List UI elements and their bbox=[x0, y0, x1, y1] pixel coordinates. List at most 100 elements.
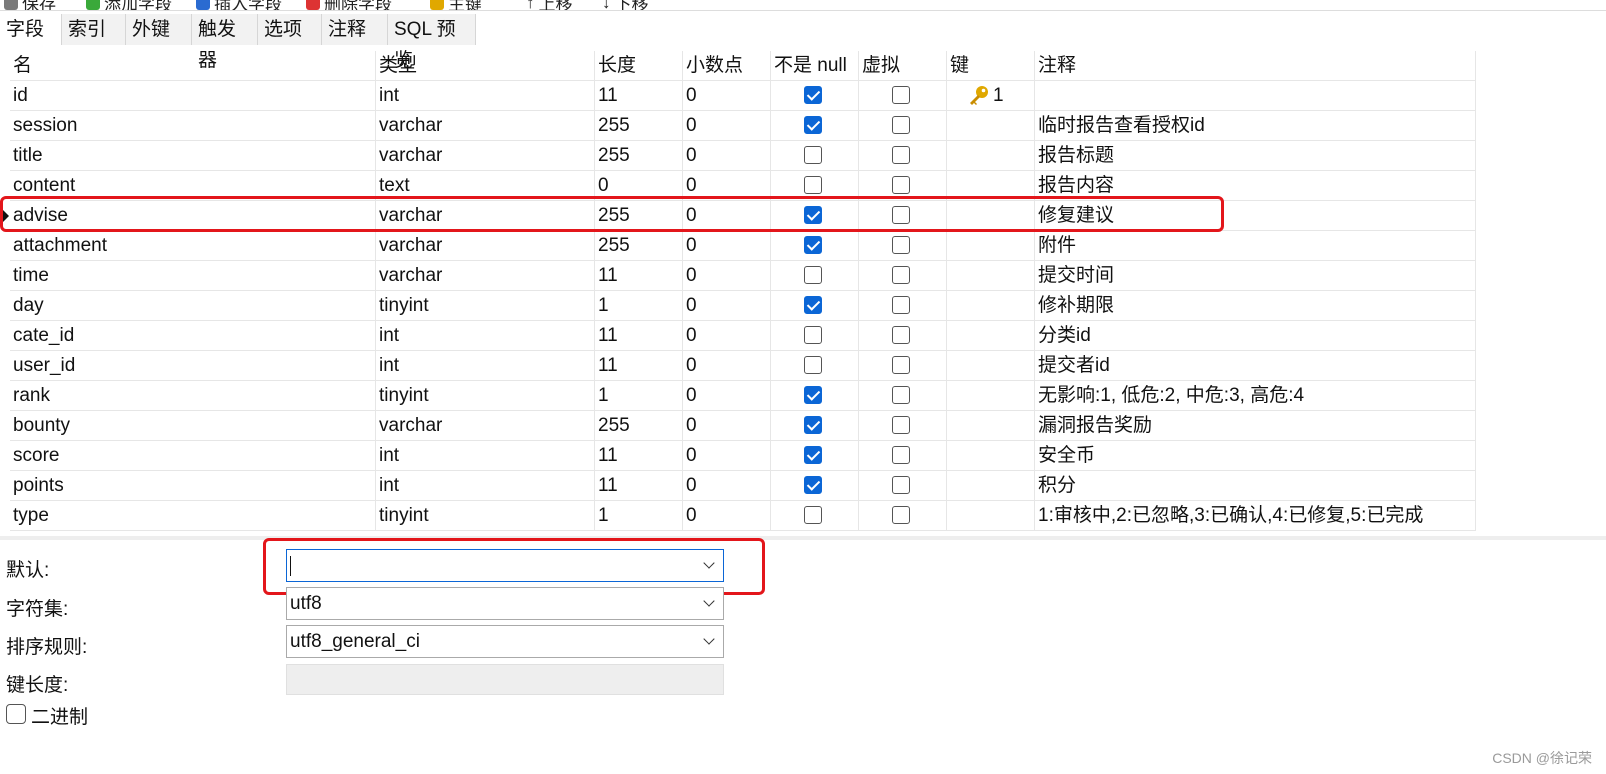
cell-length[interactable]: 255 bbox=[595, 411, 683, 441]
cell-decimals[interactable]: 0 bbox=[683, 441, 771, 471]
cell-type[interactable]: varchar bbox=[376, 111, 595, 141]
virtual-checkbox[interactable] bbox=[892, 266, 910, 284]
cell-name[interactable]: attachment bbox=[10, 231, 376, 261]
virtual-checkbox[interactable] bbox=[892, 146, 910, 164]
not-null-checkbox[interactable] bbox=[804, 176, 822, 194]
insert-field-button[interactable]: 插入字段 bbox=[196, 0, 282, 10]
not-null-checkbox[interactable] bbox=[804, 266, 822, 284]
virtual-checkbox[interactable] bbox=[892, 356, 910, 374]
cell-name[interactable]: session bbox=[10, 111, 376, 141]
cell-virtual[interactable] bbox=[859, 411, 947, 441]
cell-comment[interactable]: 分类id bbox=[1035, 321, 1476, 351]
cell-key[interactable] bbox=[947, 141, 1035, 171]
cell-decimals[interactable]: 0 bbox=[683, 231, 771, 261]
cell-virtual[interactable] bbox=[859, 441, 947, 471]
cell-key[interactable] bbox=[947, 471, 1035, 501]
tab-indexes[interactable]: 索引 bbox=[62, 14, 126, 45]
cell-decimals[interactable]: 0 bbox=[683, 411, 771, 441]
cell-decimals[interactable]: 0 bbox=[683, 321, 771, 351]
cell-name[interactable]: time bbox=[10, 261, 376, 291]
cell-comment[interactable]: 积分 bbox=[1035, 471, 1476, 501]
cell-key[interactable] bbox=[947, 231, 1035, 261]
tab-fields[interactable]: 字段 bbox=[0, 14, 62, 45]
cell-type[interactable]: int bbox=[376, 321, 595, 351]
not-null-checkbox[interactable] bbox=[804, 386, 822, 404]
cell-key[interactable]: 1 bbox=[947, 81, 1035, 111]
virtual-checkbox[interactable] bbox=[892, 236, 910, 254]
delete-field-button[interactable]: 删除字段 bbox=[306, 0, 392, 10]
tab-foreign-keys[interactable]: 外键 bbox=[126, 14, 192, 45]
cell-key[interactable] bbox=[947, 261, 1035, 291]
add-field-button[interactable]: 添加字段 bbox=[86, 0, 172, 10]
cell-comment[interactable]: 无影响:1, 低危:2, 中危:3, 高危:4 bbox=[1035, 381, 1476, 411]
cell-key[interactable] bbox=[947, 321, 1035, 351]
cell-decimals[interactable]: 0 bbox=[683, 501, 771, 531]
cell-name[interactable]: day bbox=[10, 291, 376, 321]
move-up-button[interactable]: ↑ 上移 bbox=[526, 0, 573, 10]
virtual-checkbox[interactable] bbox=[892, 116, 910, 134]
cell-key[interactable] bbox=[947, 411, 1035, 441]
tab-sql-preview[interactable]: SQL 预览 bbox=[388, 14, 476, 71]
cell-decimals[interactable]: 0 bbox=[683, 291, 771, 321]
cell-type[interactable]: int bbox=[376, 441, 595, 471]
cell-type[interactable]: varchar bbox=[376, 231, 595, 261]
cell-comment[interactable]: 1:审核中,2:已忽略,3:已确认,4:已修复,5:已完成 bbox=[1035, 501, 1476, 531]
cell-length[interactable]: 11 bbox=[595, 471, 683, 501]
not-null-checkbox[interactable] bbox=[804, 326, 822, 344]
not-null-checkbox[interactable] bbox=[804, 476, 822, 494]
table-row[interactable]: session varchar 255 0 临时报告查看授权id bbox=[10, 111, 1476, 141]
cell-decimals[interactable]: 0 bbox=[683, 351, 771, 381]
cell-not-null[interactable] bbox=[771, 321, 859, 351]
not-null-checkbox[interactable] bbox=[804, 446, 822, 464]
column-header-type[interactable]: 类型 bbox=[376, 51, 595, 81]
tab-comment[interactable]: 注释 bbox=[322, 14, 388, 45]
cell-comment[interactable]: 附件 bbox=[1035, 231, 1476, 261]
column-header-length[interactable]: 长度 bbox=[595, 51, 683, 81]
cell-name[interactable]: cate_id bbox=[10, 321, 376, 351]
cell-length[interactable]: 1 bbox=[595, 291, 683, 321]
cell-name[interactable]: rank bbox=[10, 381, 376, 411]
cell-not-null[interactable] bbox=[771, 471, 859, 501]
cell-name[interactable]: score bbox=[10, 441, 376, 471]
table-row[interactable]: cate_id int 11 0 分类id bbox=[10, 321, 1476, 351]
table-row[interactable]: points int 11 0 积分 bbox=[10, 471, 1476, 501]
cell-type[interactable]: varchar bbox=[376, 141, 595, 171]
cell-length[interactable]: 11 bbox=[595, 441, 683, 471]
cell-type[interactable]: int bbox=[376, 471, 595, 501]
cell-virtual[interactable] bbox=[859, 291, 947, 321]
binary-checkbox[interactable] bbox=[6, 704, 26, 724]
not-null-checkbox[interactable] bbox=[804, 116, 822, 134]
primary-key-button[interactable]: 主键 bbox=[430, 0, 482, 10]
cell-name[interactable]: title bbox=[10, 141, 376, 171]
cell-key[interactable] bbox=[947, 291, 1035, 321]
virtual-checkbox[interactable] bbox=[892, 416, 910, 434]
cell-type[interactable]: tinyint bbox=[376, 381, 595, 411]
cell-virtual[interactable] bbox=[859, 261, 947, 291]
cell-name[interactable]: bounty bbox=[10, 411, 376, 441]
cell-name[interactable]: id bbox=[10, 81, 376, 111]
cell-key[interactable] bbox=[947, 351, 1035, 381]
cell-not-null[interactable] bbox=[771, 111, 859, 141]
cell-key[interactable] bbox=[947, 381, 1035, 411]
cell-decimals[interactable]: 0 bbox=[683, 141, 771, 171]
cell-virtual[interactable] bbox=[859, 111, 947, 141]
cell-length[interactable]: 11 bbox=[595, 351, 683, 381]
cell-length[interactable]: 1 bbox=[595, 381, 683, 411]
cell-decimals[interactable]: 0 bbox=[683, 81, 771, 111]
cell-length[interactable]: 255 bbox=[595, 141, 683, 171]
cell-virtual[interactable] bbox=[859, 231, 947, 261]
cell-not-null[interactable] bbox=[771, 291, 859, 321]
cell-virtual[interactable] bbox=[859, 321, 947, 351]
cell-decimals[interactable]: 0 bbox=[683, 471, 771, 501]
cell-not-null[interactable] bbox=[771, 411, 859, 441]
cell-virtual[interactable] bbox=[859, 381, 947, 411]
table-row[interactable]: title varchar 255 0 报告标题 bbox=[10, 141, 1476, 171]
charset-select[interactable]: utf8 bbox=[286, 587, 724, 620]
tab-triggers[interactable]: 触发器 bbox=[192, 14, 258, 71]
not-null-checkbox[interactable] bbox=[804, 506, 822, 524]
not-null-checkbox[interactable] bbox=[804, 356, 822, 374]
move-down-button[interactable]: ↓ 下移 bbox=[602, 0, 649, 10]
cell-key[interactable] bbox=[947, 111, 1035, 141]
cell-virtual[interactable] bbox=[859, 501, 947, 531]
virtual-checkbox[interactable] bbox=[892, 296, 910, 314]
